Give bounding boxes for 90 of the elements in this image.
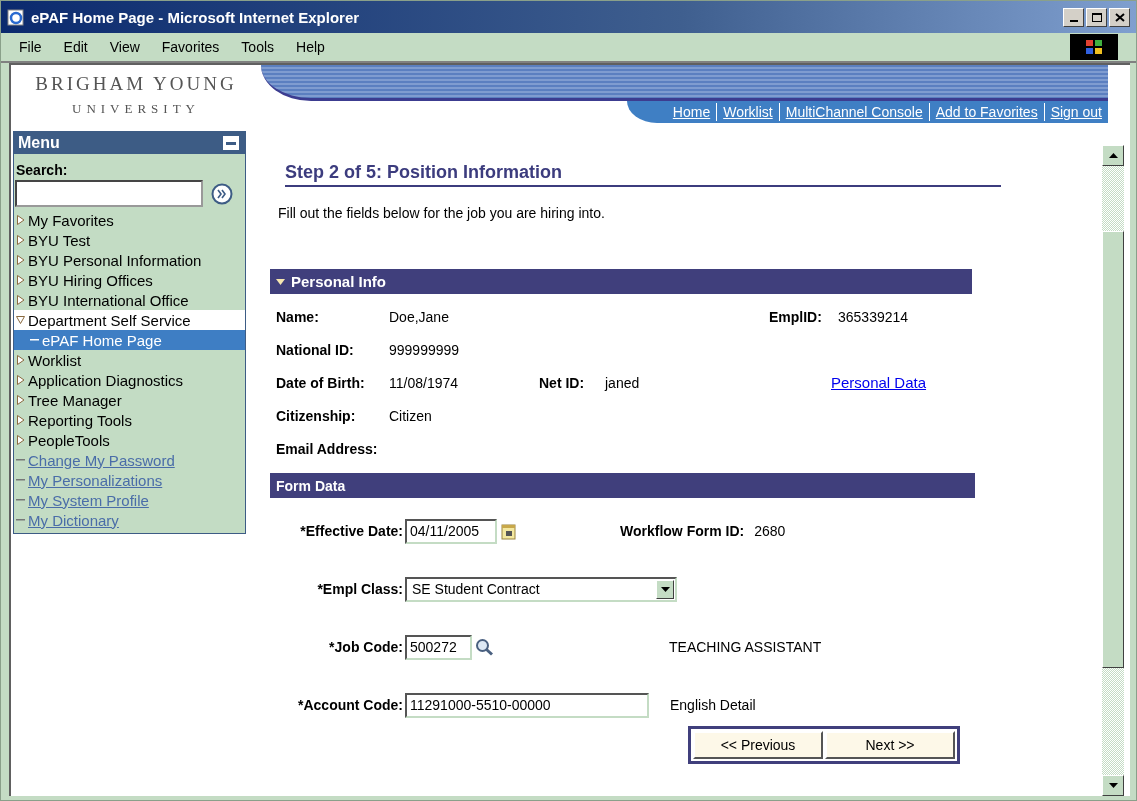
dash-icon — [16, 458, 25, 462]
nav-link[interactable]: Sign out — [1043, 103, 1108, 121]
menu-item[interactable]: BYU International Office — [14, 290, 245, 310]
menu-item[interactable]: Department Self Service — [14, 310, 245, 330]
menu-title: Menu — [18, 134, 60, 152]
field-label: Name: — [276, 308, 320, 325]
menu-item[interactable]: My Favorites — [14, 210, 245, 230]
field-label: *Empl Class: — [316, 581, 403, 597]
dropdown-arrow-icon — [660, 586, 670, 592]
menu-bar-item[interactable]: Favorites — [161, 39, 220, 55]
menu-bar-item[interactable]: View — [109, 39, 140, 55]
university-logo-text: BRIGHAM YOUNG — [35, 73, 237, 95]
field-description: TEACHING ASSISTANT — [669, 639, 822, 655]
dash-icon — [16, 518, 25, 522]
field-label: Email Address: — [276, 440, 379, 457]
menu-bar-item[interactable]: File — [19, 39, 42, 55]
field-label: Date of Birth: — [276, 374, 366, 391]
menu-item[interactable]: ePAF Home Page — [14, 330, 245, 350]
dash-icon — [16, 498, 25, 502]
menu-item[interactable]: BYU Personal Information — [14, 250, 245, 270]
personal-data-link[interactable]: Personal Data — [769, 374, 968, 391]
empl-class-select[interactable]: SE Student Contract — [405, 576, 677, 602]
field-label: EmplID: — [769, 308, 823, 325]
collapse-button[interactable] — [223, 136, 239, 150]
menu-item[interactable]: Worklist — [14, 350, 245, 370]
maximize-icon — [1091, 12, 1102, 22]
field-label: National ID: — [276, 341, 355, 358]
menu-item[interactable]: My Personalizations — [14, 470, 245, 490]
instructions-text: Fill out the fields below for the job you are hiring into. — [278, 205, 606, 221]
nav-link[interactable]: MultiChannel Console — [778, 103, 929, 121]
search-icon[interactable] — [475, 638, 495, 656]
field-value: 2680 — [754, 523, 786, 539]
field-value: Citizen — [389, 407, 433, 424]
minimize-icon — [1069, 20, 1078, 22]
field-value: Doe,Jane — [389, 308, 450, 325]
maximize-button[interactable] — [1086, 7, 1107, 27]
collapse-triangle-icon — [276, 278, 285, 285]
close-icon — [1114, 12, 1125, 22]
next-button[interactable]: Next >> — [825, 731, 955, 759]
scroll-down-button[interactable] — [1102, 775, 1124, 796]
menu-item[interactable]: PeopleTools — [14, 430, 245, 450]
previous-button[interactable]: << Previous — [693, 731, 823, 759]
field-description: English Detail — [670, 697, 756, 713]
university-logo-text: UNIVERSITY — [72, 101, 200, 117]
nav-link[interactable]: Home — [666, 103, 717, 121]
menu-item[interactable]: Reporting Tools — [14, 410, 245, 430]
menu-item[interactable]: BYU Hiring Offices — [14, 270, 245, 290]
window-title: ePAF Home Page - Microsoft Internet Explorer — [31, 8, 361, 26]
dash-icon — [30, 338, 39, 342]
field-label: Citizenship: — [276, 407, 357, 424]
field-value: 11/08/1974 — [389, 374, 460, 391]
field-label: Net ID: — [539, 374, 586, 391]
close-button[interactable] — [1109, 7, 1130, 27]
field-label: *Effective Date: — [299, 523, 403, 539]
menu-item[interactable]: My System Profile — [14, 490, 245, 510]
dash-icon — [16, 478, 25, 482]
page-title: Step 2 of 5: Position Information — [285, 162, 1001, 187]
field-value: 365339214 — [838, 308, 910, 325]
field-label: *Job Code: — [328, 639, 403, 655]
minus-icon — [226, 141, 236, 145]
menu-item[interactable]: Application Diagnostics — [14, 370, 245, 390]
search-label: Search: — [15, 161, 69, 180]
calendar-icon — [501, 522, 517, 540]
menu-item[interactable]: Change My Password — [14, 450, 245, 470]
menu-bar-item[interactable]: Tools — [241, 39, 275, 55]
account-code-field[interactable]: 11291000-5510-00000 — [405, 692, 649, 718]
date-field[interactable]: 04/11/2005 — [405, 518, 497, 544]
nav-link[interactable]: Worklist — [716, 103, 779, 121]
windows-flag-icon — [1084, 38, 1104, 56]
section-header[interactable]: Personal Info — [270, 269, 972, 294]
minimize-button[interactable] — [1063, 7, 1084, 27]
up-arrow-icon — [1108, 153, 1118, 158]
field-label: Workflow Form ID: — [620, 523, 745, 539]
field-value: janed — [605, 374, 641, 391]
nav-link[interactable]: Add to Favorites — [928, 103, 1044, 121]
section-header: Form Data — [270, 473, 975, 498]
down-arrow-icon — [1108, 783, 1118, 788]
go-button-icon[interactable] — [211, 182, 233, 205]
menu-bar-item[interactable]: Edit — [63, 39, 88, 55]
field-label: *Account Code: — [297, 697, 403, 713]
scroll-up-button[interactable] — [1102, 145, 1124, 166]
menu-item[interactable]: BYU Test — [14, 230, 245, 250]
menu-item[interactable]: Tree Manager — [14, 390, 245, 410]
job-code-field[interactable]: 500272 — [405, 634, 472, 660]
browser-icon — [7, 8, 25, 26]
menu-bar-item[interactable]: Help — [296, 39, 325, 55]
menu-item[interactable]: My Dictionary — [14, 510, 245, 530]
search-field[interactable] — [15, 180, 203, 207]
field-value: 999999999 — [389, 341, 461, 358]
scrollbar-thumb[interactable] — [1102, 231, 1124, 668]
